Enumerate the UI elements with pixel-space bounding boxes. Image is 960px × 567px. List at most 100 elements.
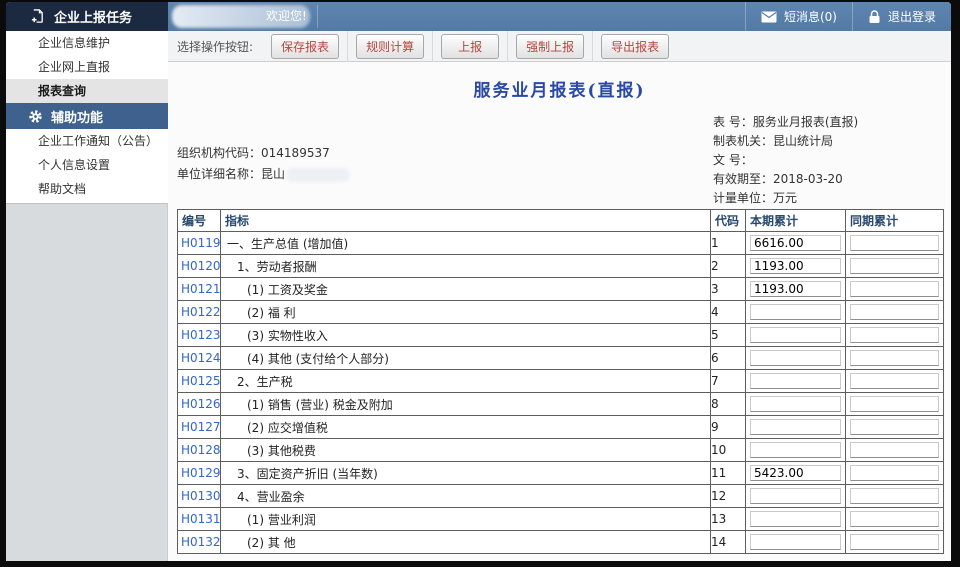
row-id-cell: H0128 [178, 439, 221, 462]
row-id-link[interactable]: H0123 [178, 328, 221, 342]
indicator-cell: (2) 福 利 [221, 301, 711, 324]
prior-period-input[interactable] [850, 419, 939, 435]
row-id-link[interactable]: H0120 [178, 259, 221, 273]
toolbar-button[interactable]: 强制上报 [516, 34, 584, 59]
row-id-link[interactable]: H0126 [178, 397, 221, 411]
code-number-cell: 4 [711, 301, 746, 324]
table-row: H0122(2) 福 利4 [178, 301, 944, 324]
col-header-prior-period: 同期累计 [846, 210, 944, 232]
current-period-input[interactable] [750, 327, 841, 343]
current-period-input[interactable] [750, 534, 841, 550]
sidebar-section-aux-functions[interactable]: 辅助功能 [6, 103, 168, 129]
prior-period-input[interactable] [850, 373, 939, 389]
toolbar-button[interactable]: 导出报表 [601, 34, 669, 59]
code-number-cell: 3 [711, 278, 746, 301]
row-id-link[interactable]: H0129 [178, 466, 221, 480]
row-id-cell: H0125 [178, 370, 221, 393]
sidebar-item[interactable]: 企业网上直报 [6, 55, 168, 79]
table-row: H0132(2) 其 他14 [178, 531, 944, 554]
table-row: H0128(3) 其他税费10 [178, 439, 944, 462]
prior-period-input[interactable] [850, 442, 939, 458]
logout-button[interactable]: 退出登录 [852, 2, 951, 31]
current-period-cell [746, 232, 846, 255]
current-period-input[interactable] [750, 304, 841, 320]
prior-period-cell [846, 416, 944, 439]
indicator-label: (2) 福 利 [221, 304, 710, 321]
table-row: H0127(2) 应交增值税9 [178, 416, 944, 439]
toolbar-buttons: 保存报表规则计算上报强制上报导出报表 [263, 31, 677, 62]
row-id-link[interactable]: H0132 [178, 535, 221, 549]
current-period-input[interactable] [750, 465, 841, 481]
prior-period-input[interactable] [850, 396, 939, 412]
row-id-link[interactable]: H0128 [178, 443, 221, 457]
sidebar-item[interactable]: 帮助文档 [6, 177, 168, 201]
row-id-link[interactable]: H0125 [178, 374, 221, 388]
prior-period-input[interactable] [850, 534, 939, 550]
toolbar-button[interactable]: 规则计算 [356, 34, 424, 59]
indicator-label: (1) 工资及奖金 [221, 281, 710, 298]
prior-period-input[interactable] [850, 488, 939, 504]
prior-period-input[interactable] [850, 304, 939, 320]
sidebar-filler [6, 203, 168, 561]
indicator-label: 一、生产总值 (增加值) [221, 235, 710, 252]
toolbar-button[interactable]: 保存报表 [271, 34, 339, 59]
sidebar-section-enterprise-report[interactable]: 企业上报任务 [6, 2, 168, 31]
row-id-link[interactable]: H0127 [178, 420, 221, 434]
current-period-input[interactable] [750, 350, 841, 366]
indicator-label: (1) 营业利润 [221, 511, 710, 528]
row-id-link[interactable]: H0121 [178, 282, 221, 296]
indicator-label: (2) 应交增值税 [221, 419, 710, 436]
col-header-indicator: 指标 [221, 210, 711, 232]
row-id-link[interactable]: H0124 [178, 351, 221, 365]
toolbar-button-slot: 上报 [432, 31, 507, 62]
prior-period-cell [846, 462, 944, 485]
current-period-input[interactable] [750, 488, 841, 504]
current-period-input[interactable] [750, 419, 841, 435]
prior-period-input[interactable] [850, 235, 939, 251]
sidebar-item[interactable]: 企业工作通知（公告） [6, 129, 168, 153]
indicator-label: (3) 实物性收入 [221, 327, 710, 344]
toolbar-button[interactable]: 上报 [441, 34, 499, 59]
meta-label: 有效期至： [713, 172, 773, 186]
current-period-input[interactable] [750, 396, 841, 412]
sidebar-item[interactable]: 企业信息维护 [6, 31, 168, 55]
sidebar-primary-list: 企业信息维护企业网上直报报表查询 [6, 31, 168, 103]
messages-button[interactable]: 短消息(0) [745, 2, 852, 31]
table-row: H0119一、生产总值 (增加值)1 [178, 232, 944, 255]
row-id-link[interactable]: H0130 [178, 489, 221, 503]
sidebar-item[interactable]: 个人信息设置 [6, 153, 168, 177]
row-id-link[interactable]: H0122 [178, 305, 221, 319]
prior-period-input[interactable] [850, 350, 939, 366]
row-id-link[interactable]: H0119 [178, 236, 221, 250]
row-id-cell: H0122 [178, 301, 221, 324]
prior-period-cell [846, 255, 944, 278]
current-period-input[interactable] [750, 281, 841, 297]
prior-period-cell [846, 324, 944, 347]
current-period-input[interactable] [750, 442, 841, 458]
prior-period-input[interactable] [850, 281, 939, 297]
toolbar-label: 选择操作按钮: [177, 38, 253, 55]
unit-name-redacted [286, 168, 350, 182]
prior-period-input[interactable] [850, 327, 939, 343]
current-period-input[interactable] [750, 373, 841, 389]
meta-value: 2018-03-20 [773, 172, 843, 186]
topbar-divider [317, 5, 318, 28]
indicator-cell: (3) 其他税费 [221, 439, 711, 462]
prior-period-input[interactable] [850, 258, 939, 274]
prior-period-cell [846, 485, 944, 508]
current-period-input[interactable] [750, 235, 841, 251]
table-row: H0131(1) 营业利润13 [178, 508, 944, 531]
current-period-cell [746, 531, 846, 554]
row-id-cell: H0127 [178, 416, 221, 439]
row-id-cell: H0132 [178, 531, 221, 554]
prior-period-cell [846, 439, 944, 462]
row-id-cell: H0131 [178, 508, 221, 531]
messages-label: 短消息(0) [784, 8, 837, 25]
prior-period-input[interactable] [850, 465, 939, 481]
current-period-input[interactable] [750, 511, 841, 527]
prior-period-input[interactable] [850, 511, 939, 527]
row-id-cell: H0126 [178, 393, 221, 416]
row-id-link[interactable]: H0131 [178, 512, 221, 526]
current-period-input[interactable] [750, 258, 841, 274]
sidebar-item[interactable]: 报表查询 [6, 79, 168, 103]
